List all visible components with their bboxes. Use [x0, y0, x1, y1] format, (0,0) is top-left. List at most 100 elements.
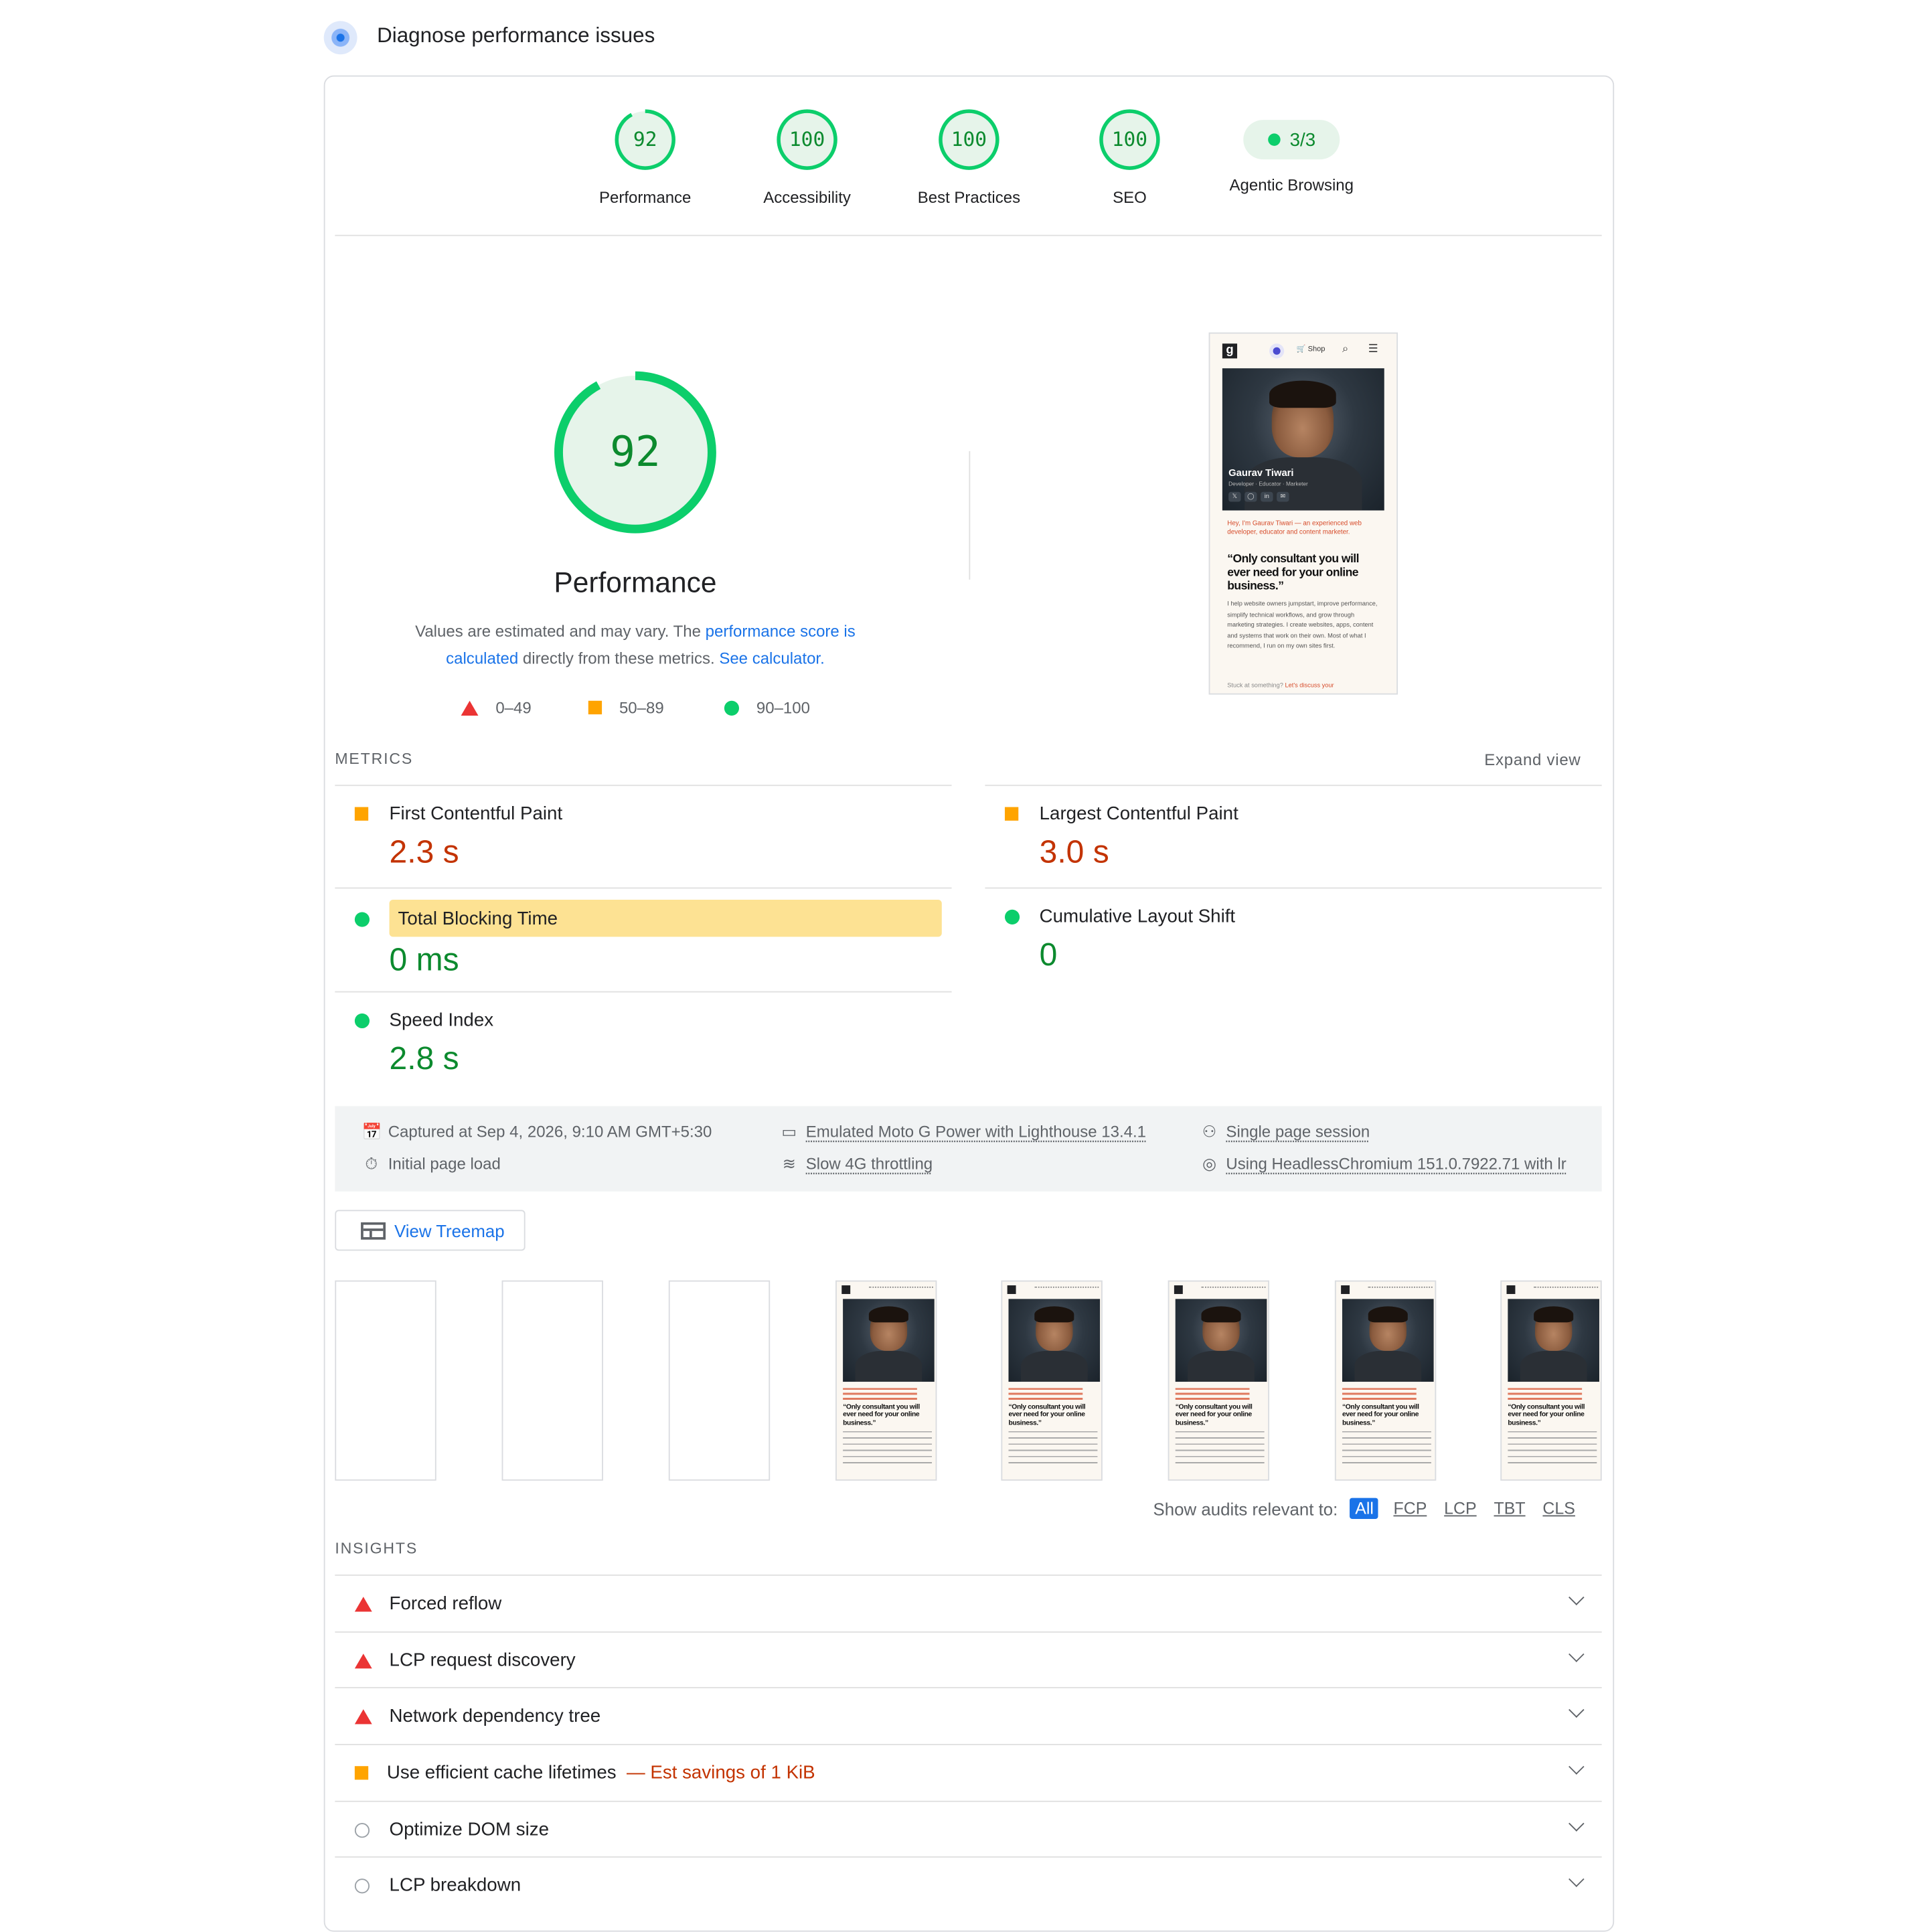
chevron-down-icon: [1569, 1759, 1585, 1775]
metric-value: 0 ms: [389, 940, 459, 978]
initial-page-load: ⏱ Initial page load: [362, 1154, 500, 1174]
legend-label: 50–89: [619, 698, 664, 717]
gauge-ring: 92: [615, 108, 676, 170]
final-screenshot[interactable]: g 🛒 Shop ⌕ ☰ Gaurav Tiwari Developer · E…: [1208, 332, 1398, 695]
view-treemap-label: View Treemap: [394, 1220, 505, 1240]
gauge-seo[interactable]: 100 SEO: [1049, 108, 1210, 206]
github-icon: ◯: [1244, 491, 1257, 502]
insight-network-dependency-tree[interactable]: Network dependency tree: [335, 1687, 1602, 1743]
calendar-icon: 📅: [362, 1122, 382, 1141]
hero-subtitle: Developer · Educator · Marketer: [1228, 481, 1308, 487]
wifi-icon: ≋: [782, 1154, 796, 1174]
average-square-icon: [588, 700, 602, 715]
legend-pass: 90–100: [724, 698, 810, 717]
lighthouse-icon: [323, 21, 357, 55]
insight-label: Network dependency tree: [389, 1705, 601, 1727]
hero-quote: “Only consultant you will ever need for …: [1227, 552, 1359, 594]
filmstrip-frame[interactable]: “Only consultant you will ever need for …: [1334, 1280, 1437, 1481]
metric-label: Speed Index: [389, 1010, 494, 1031]
gauge-ring: 100: [776, 108, 837, 170]
chevron-down-icon: [1569, 1646, 1585, 1662]
intro-text: Hey, I'm Gaurav Tiwari — an experienced …: [1227, 520, 1362, 537]
insight-forced-reflow[interactable]: Forced reflow: [335, 1575, 1602, 1630]
chrome-icon: ◎: [1202, 1154, 1216, 1174]
expand-view-toggle[interactable]: Expand view: [1484, 750, 1581, 769]
hero-paragraph: I help website owners jumpstart, improve…: [1227, 600, 1378, 651]
chevron-down-icon: [1569, 1702, 1585, 1718]
linkedin-icon: in: [1261, 491, 1273, 502]
gauge-label: Performance: [599, 187, 692, 207]
filter-cls[interactable]: CLS: [1540, 1498, 1578, 1519]
captured-at: 📅 Captured at Sep 4, 2026, 9:10 AM GMT+5…: [362, 1122, 712, 1141]
frame-quote: “Only consultant you will ever need for …: [1508, 1404, 1585, 1427]
gauge-label: Best Practices: [917, 187, 1021, 207]
metric-cumulative-layout-shift[interactable]: Cumulative Layout Shift 0: [985, 888, 1603, 989]
metric-value: 3.0 s: [1039, 833, 1109, 870]
metric-first-contentful-paint[interactable]: First Contentful Paint 2.3 s: [335, 786, 953, 887]
gauge-agentic-browsing[interactable]: 3/3 Agentic Browsing: [1211, 108, 1372, 194]
info-circle-icon: [354, 1878, 370, 1894]
filmstrip-frame[interactable]: [668, 1280, 771, 1481]
x-icon: 𝕏: [1228, 491, 1241, 502]
average-square-icon: [354, 1766, 369, 1780]
timer-icon: ⏱: [365, 1154, 378, 1174]
filmstrip-frame[interactable]: [335, 1280, 436, 1481]
gauge-score: 100: [789, 127, 825, 151]
filmstrip-frame[interactable]: [501, 1280, 603, 1481]
gauge-performance[interactable]: 92 Performance: [565, 108, 726, 206]
filter-tbt[interactable]: TBT: [1492, 1498, 1528, 1519]
filter-all[interactable]: All: [1350, 1498, 1379, 1519]
pass-circle-icon: [354, 912, 370, 927]
metric-label: Cumulative Layout Shift: [1039, 906, 1236, 927]
network-throttling[interactable]: ≋ Slow 4G throttling: [780, 1154, 933, 1173]
desc-text: Values are estimated and may vary. The: [415, 621, 706, 641]
chevron-down-icon: [1569, 1871, 1585, 1887]
filmstrip-frame[interactable]: “Only consultant you will ever need for …: [1168, 1280, 1270, 1481]
average-square-icon: [1004, 807, 1019, 821]
see-calculator-link[interactable]: See calculator.: [719, 649, 824, 667]
metric-speed-index[interactable]: Speed Index 2.8 s: [335, 992, 953, 1093]
gauge-score: 92: [633, 127, 657, 151]
view-treemap-button[interactable]: View Treemap: [335, 1210, 526, 1251]
gauge-label: SEO: [1113, 187, 1147, 207]
menu-icon: ☰: [1368, 342, 1378, 355]
gauge-accessibility[interactable]: 100 Accessibility: [727, 108, 888, 206]
emulated-device[interactable]: ▭ Emulated Moto G Power with Lighthouse …: [780, 1122, 1146, 1141]
filmstrip-frame[interactable]: “Only consultant you will ever need for …: [835, 1280, 937, 1481]
metric-value: 2.3 s: [389, 833, 459, 870]
audit-filter-bar: Show audits relevant to: All FCP LCP TBT…: [1153, 1498, 1578, 1519]
filmstrip-frame[interactable]: “Only consultant you will ever need for …: [1500, 1280, 1602, 1481]
filter-fcp[interactable]: FCP: [1391, 1498, 1429, 1519]
site-logo-icon: g: [1222, 343, 1238, 359]
filter-label: Show audits relevant to:: [1153, 1498, 1338, 1519]
pass-dot-icon: [1267, 133, 1280, 146]
browser-version[interactable]: ◎ Using HeadlessChromium 151.0.7922.71 w…: [1200, 1154, 1566, 1173]
metric-label: Largest Contentful Paint: [1039, 803, 1238, 825]
filter-lcp[interactable]: LCP: [1441, 1498, 1479, 1519]
insight-lcp-breakdown[interactable]: LCP breakdown: [335, 1856, 1602, 1912]
pass-circle-icon: [1004, 909, 1020, 924]
hero-name: Gaurav Tiwari: [1228, 467, 1294, 479]
shop-link: 🛒 Shop: [1297, 345, 1326, 353]
fail-triangle-icon: [354, 1597, 372, 1612]
legend-label: 90–100: [756, 698, 810, 717]
gauge-ring: 100: [1099, 108, 1160, 170]
metric-largest-contentful-paint[interactable]: Largest Contentful Paint 3.0 s: [985, 786, 1603, 887]
metric-total-blocking-time[interactable]: Total Blocking Time 0 ms: [335, 888, 953, 991]
performance-score: 92: [610, 427, 661, 477]
gauge-label: Agentic Browsing: [1229, 175, 1354, 194]
insight-cache-lifetimes[interactable]: Use efficient cache lifetimes — Est savi…: [335, 1743, 1602, 1799]
cart-icon: 🛒: [1296, 345, 1306, 354]
gauge-best-practices[interactable]: 100 Best Practices: [888, 108, 1049, 206]
gauges-divider: [335, 234, 1602, 236]
gauge-score: 100: [951, 127, 987, 151]
mail-icon: ✉: [1277, 491, 1289, 502]
social-icons: 𝕏 ◯ in ✉: [1228, 491, 1289, 502]
metric-value: 0: [1039, 935, 1058, 973]
insight-optimize-dom-size[interactable]: Optimize DOM size: [335, 1800, 1602, 1856]
filmstrip-frame[interactable]: “Only consultant you will ever need for …: [1001, 1280, 1103, 1481]
insight-lcp-request-discovery[interactable]: LCP request discovery: [335, 1631, 1602, 1687]
agentic-pill: 3/3: [1243, 120, 1340, 160]
chevron-down-icon: [1569, 1816, 1585, 1832]
session-type[interactable]: ⚇ Single page session: [1200, 1122, 1370, 1141]
